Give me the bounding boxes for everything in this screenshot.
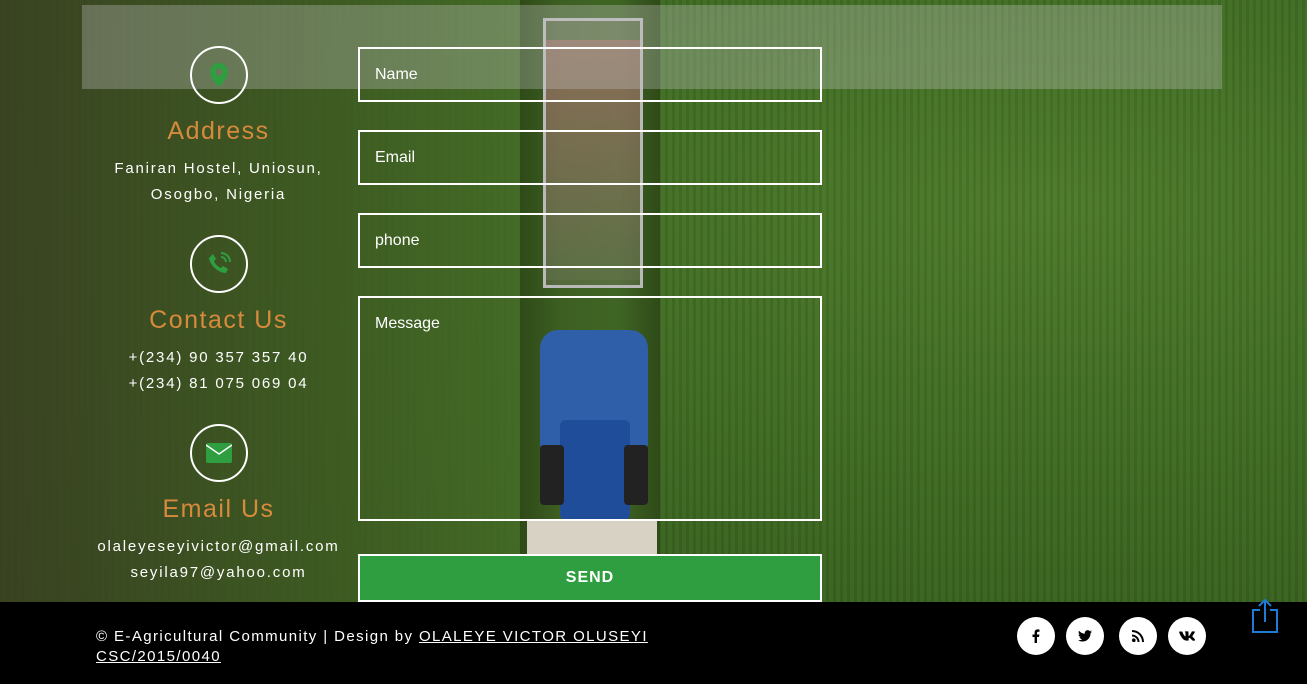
twitter-button[interactable] [1066,617,1104,655]
email-title: Email Us [162,495,275,523]
share-button[interactable] [1250,598,1280,634]
name-input[interactable] [358,47,822,102]
phone-line-1: +(234) 90 357 357 40 [128,349,309,366]
phone-input[interactable] [358,213,822,268]
designer-link[interactable]: OLALEYE VICTOR OLUSEYI [419,628,648,645]
twitter-icon [1078,630,1092,642]
email-block: Email Us olaleyeseyivictor@gmail.com sey… [96,424,341,586]
copyright-text: © E-Agricultural Community | Design by O… [96,627,716,667]
rss-button[interactable] [1119,617,1157,655]
rss-icon [1132,630,1144,642]
envelope-icon [205,443,232,463]
facebook-icon [1032,629,1040,643]
contact-title: Contact Us [149,306,288,334]
address-title: Address [167,117,270,145]
address-line-1: Faniran Hostel, Uniosun, [114,160,323,177]
facebook-button[interactable] [1017,617,1055,655]
email-line-2: seyila97@yahoo.com [130,564,307,581]
email-icon-circle [189,424,248,482]
background-mower [527,520,657,554]
footer: © E-Agricultural Community | Design by O… [0,602,1307,684]
phone-line-2: +(234) 81 075 069 04 [128,375,309,392]
message-textarea[interactable] [358,296,822,521]
send-button[interactable]: SEND [358,554,822,602]
phone-icon [208,252,231,273]
share-icon [1252,598,1278,633]
email-input[interactable] [358,130,822,185]
designer-id-link[interactable]: CSC/2015/0040 [96,648,221,665]
vk-icon [1179,631,1195,641]
phone-icon-circle [189,235,248,293]
phone-block: Contact Us +(234) 90 357 357 40 +(234) 8… [96,235,341,397]
address-line-2: Osogbo, Nigeria [150,186,287,203]
address-block: Address Faniran Hostel, Uniosun, Osogbo,… [96,46,341,208]
vk-button[interactable] [1168,617,1206,655]
map-marker-icon [209,63,228,87]
email-line-1: olaleyeseyivictor@gmail.com [97,538,340,555]
copyright-prefix: © E-Agricultural Community | Design by [96,628,419,645]
address-icon-circle [189,46,248,104]
